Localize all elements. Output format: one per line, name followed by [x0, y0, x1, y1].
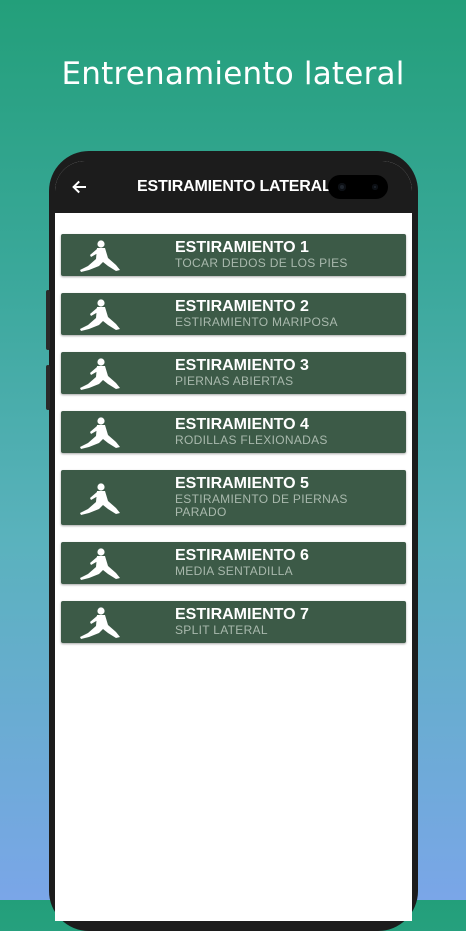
stretching-figure-icon — [80, 240, 120, 272]
item-subtitle: RODILLAS FLEXIONADAS — [175, 433, 328, 447]
item-subtitle: SPLIT LATERAL — [175, 623, 268, 637]
item-subtitle: TOCAR DEDOS DE LOS PIES — [175, 256, 348, 270]
item-title: ESTIRAMIENTO 7 — [175, 606, 309, 623]
stretching-figure-icon — [80, 299, 120, 331]
list-item-4[interactable]: ESTIRAMIENTO 4 RODILLAS FLEXIONADAS — [61, 411, 406, 453]
list-item-5[interactable]: ESTIRAMIENTO 5 ESTIRAMIENTO DE PIERNAS P… — [61, 470, 406, 525]
stretching-figure-icon — [80, 358, 120, 390]
item-title: ESTIRAMIENTO 5 — [175, 475, 309, 492]
stretching-figure-icon — [80, 607, 120, 639]
front-camera — [328, 175, 388, 199]
item-subtitle: ESTIRAMIENTO DE PIERNAS PARADO — [175, 492, 348, 519]
stretching-figure-icon — [80, 548, 120, 580]
item-title: ESTIRAMIENTO 4 — [175, 416, 309, 433]
list-item-7[interactable]: ESTIRAMIENTO 7 SPLIT LATERAL — [61, 601, 406, 643]
list-item-3[interactable]: ESTIRAMIENTO 3 PIERNAS ABIERTAS — [61, 352, 406, 394]
item-subtitle: MEDIA SENTADILLA — [175, 564, 293, 578]
item-subtitle: ESTIRAMIENTO MARIPOSA — [175, 315, 338, 329]
item-title: ESTIRAMIENTO 6 — [175, 547, 309, 564]
item-title: ESTIRAMIENTO 1 — [175, 239, 309, 256]
app-screen: ESTIRAMIENTO LATERAL ESTIRAMIENTO 1 TOCA… — [55, 161, 412, 921]
stretching-figure-icon — [80, 417, 120, 449]
item-title: ESTIRAMIENTO 2 — [175, 298, 309, 315]
app-bar-title: ESTIRAMIENTO LATERAL — [137, 178, 332, 195]
list-item-6[interactable]: ESTIRAMIENTO 6 MEDIA SENTADILLA — [61, 542, 406, 584]
list-item-2[interactable]: ESTIRAMIENTO 2 ESTIRAMIENTO MARIPOSA — [61, 293, 406, 335]
list-item-1[interactable]: ESTIRAMIENTO 1 TOCAR DEDOS DE LOS PIES — [61, 234, 406, 276]
stretching-figure-icon — [80, 482, 120, 515]
arrow-left-icon[interactable] — [69, 177, 89, 197]
app-bar: ESTIRAMIENTO LATERAL — [55, 161, 412, 213]
phone-side-button — [46, 365, 50, 410]
item-title: ESTIRAMIENTO 3 — [175, 357, 309, 374]
stretch-list: ESTIRAMIENTO 1 TOCAR DEDOS DE LOS PIES E… — [61, 234, 406, 660]
item-subtitle: PIERNAS ABIERTAS — [175, 374, 294, 388]
phone-side-button — [46, 290, 50, 350]
promo-headline: Entrenamiento lateral — [61, 56, 405, 92]
